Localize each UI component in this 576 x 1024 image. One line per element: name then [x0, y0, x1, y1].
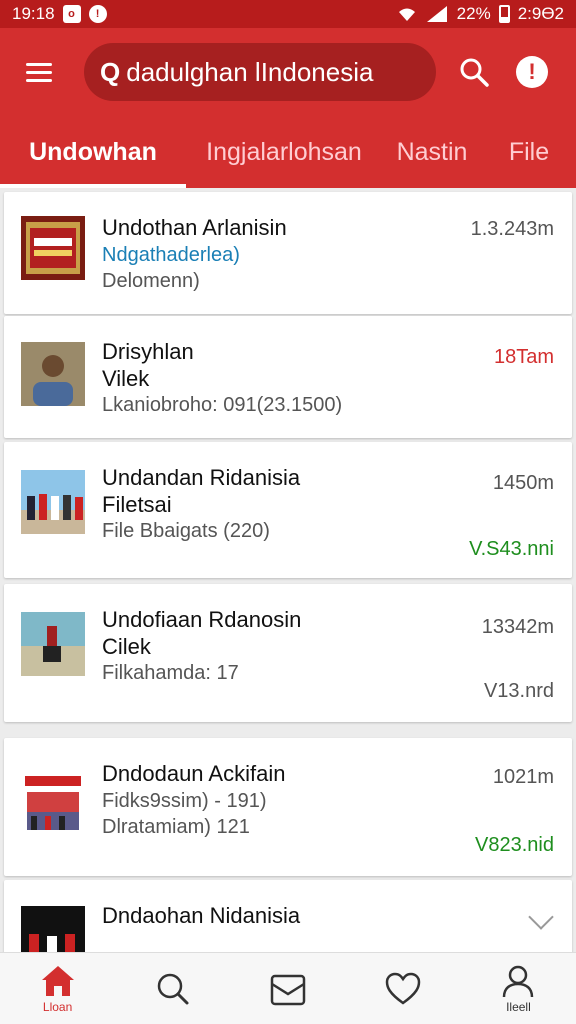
item-version: V823.nid: [475, 834, 554, 856]
item-title: Undothan Arlanisin: [102, 215, 287, 240]
thumbnail-image: [21, 906, 85, 952]
item-size: 1450m: [492, 472, 554, 494]
item-size: 1.3.243m: [470, 218, 554, 240]
item-text: Drisyhlan Vilek Lkaniobroho: 091(23.1500…: [102, 338, 442, 418]
list-item[interactable]: Drisyhlan Vilek Lkaniobroho: 091(23.1500…: [4, 316, 572, 438]
search-field[interactable]: Q dadulghan lIndonesia: [84, 43, 436, 101]
tab-undowhan[interactable]: Undowhan: [0, 116, 186, 188]
item-detail: File Bbaigats (220): [102, 520, 270, 542]
battery-icon: [498, 5, 510, 23]
item-title: Drisyhlan: [102, 339, 194, 364]
chevron-down-icon[interactable]: [528, 904, 554, 930]
thumbnail-image: [21, 216, 85, 280]
nav-inbox[interactable]: [230, 953, 345, 1024]
status-time-right: 2:9ϴ2: [517, 4, 564, 23]
item-time: 18Tam: [493, 346, 554, 368]
search-text: dadulghan lIndonesia: [126, 56, 374, 87]
inbox-icon: [270, 974, 306, 1005]
nav-home[interactable]: Lloan: [0, 953, 115, 1024]
item-subtitle: Ndgathaderlea): [102, 244, 240, 266]
home-icon: [41, 965, 74, 996]
item-version: V13.nrd: [483, 680, 554, 702]
nav-favorites[interactable]: [346, 953, 461, 1024]
list-item[interactable]: Dndaohan Nidanisia: [4, 880, 572, 952]
item-subtitle: Cilek: [102, 634, 151, 659]
item-title: Undandan Ridanisia: [102, 465, 301, 490]
item-title: Dndodaun Ackifain: [102, 761, 286, 786]
item-subtitle: Fidks9ssim) - 191): [102, 790, 267, 812]
item-title: Undofiaan Rdanosin: [102, 607, 302, 632]
nav-profile[interactable]: Ileell: [461, 953, 576, 1024]
nav-search[interactable]: [115, 953, 230, 1024]
battery-percent: 22%: [456, 4, 491, 23]
menu-icon[interactable]: [18, 51, 60, 93]
search-button[interactable]: [454, 52, 494, 92]
list-item[interactable]: Undofiaan Rdanosin Cilek Filkahamda: 17 …: [4, 584, 572, 722]
status-time: 19:18: [12, 4, 55, 23]
item-size: 1021m: [492, 766, 554, 788]
item-detail: Lkaniobroho: 091(23.1500): [102, 394, 343, 416]
item-text: Undothan Arlanisin Ndgathaderlea) Delome…: [102, 214, 442, 294]
nav-profile-label: Ileell: [506, 999, 531, 1014]
item-text: Dndodaun Ackifain Fidks9ssim) - 191) Dlr…: [102, 760, 442, 840]
thumbnail-image: [21, 770, 85, 834]
item-subtitle: Filetsai: [102, 492, 172, 517]
tab-file[interactable]: File: [482, 116, 576, 188]
status-left: 19:18 o !: [12, 4, 107, 24]
content-list: Undothan Arlanisin Ndgathaderlea) Delome…: [0, 188, 576, 952]
status-right: 22% 2:9ϴ2: [397, 4, 564, 24]
tab-bar: Undowhan Ingjalarlohsan Nastin File: [0, 116, 576, 188]
search-icon: [460, 58, 489, 87]
heart-icon: [385, 972, 421, 1005]
item-detail: Dlratamiam) 121: [102, 816, 250, 838]
alert-icon[interactable]: !: [516, 56, 548, 88]
item-subtitle: Vilek: [102, 366, 150, 391]
nav-home-label: Lloan: [42, 999, 73, 1014]
search-prefix-icon: Q: [100, 56, 121, 87]
item-detail: Delomenn): [102, 270, 200, 292]
item-text: Undandan Ridanisia Filetsai File Bbaigat…: [102, 464, 442, 544]
item-version: V.S43.nni: [469, 538, 554, 560]
thumbnail-image: [21, 470, 85, 534]
list-item[interactable]: Undandan Ridanisia Filetsai File Bbaigat…: [4, 442, 572, 578]
thumbnail-image: [21, 342, 85, 406]
list-item[interactable]: Undothan Arlanisin Ndgathaderlea) Delome…: [4, 192, 572, 314]
profile-icon: [503, 965, 534, 997]
notification-icon: o: [62, 5, 81, 23]
item-size: 13342m: [481, 616, 554, 638]
thumbnail-image: [21, 612, 85, 676]
search-icon: [157, 973, 189, 1004]
item-detail: Filkahamda: 17: [102, 662, 239, 684]
signal-icon: [426, 6, 447, 22]
tab-nastin[interactable]: Nastin: [382, 116, 482, 188]
status-bar: 19:18 o ! 22% 2:9ϴ2: [0, 0, 576, 28]
item-text: Undofiaan Rdanosin Cilek Filkahamda: 17: [102, 606, 442, 686]
list-item[interactable]: Dndodaun Ackifain Fidks9ssim) - 191) Dlr…: [4, 738, 572, 876]
wifi-icon: [398, 8, 415, 21]
item-text: Dndaohan Nidanisia: [102, 902, 442, 930]
notification-icon-2: !: [88, 5, 107, 23]
tab-ingjalarlohsan[interactable]: Ingjalarlohsan: [186, 116, 382, 188]
app-bar: Q dadulghan lIndonesia !: [0, 28, 576, 116]
bottom-nav: Lloan Ileell: [0, 952, 576, 1024]
item-title: Dndaohan Nidanisia: [102, 903, 301, 928]
